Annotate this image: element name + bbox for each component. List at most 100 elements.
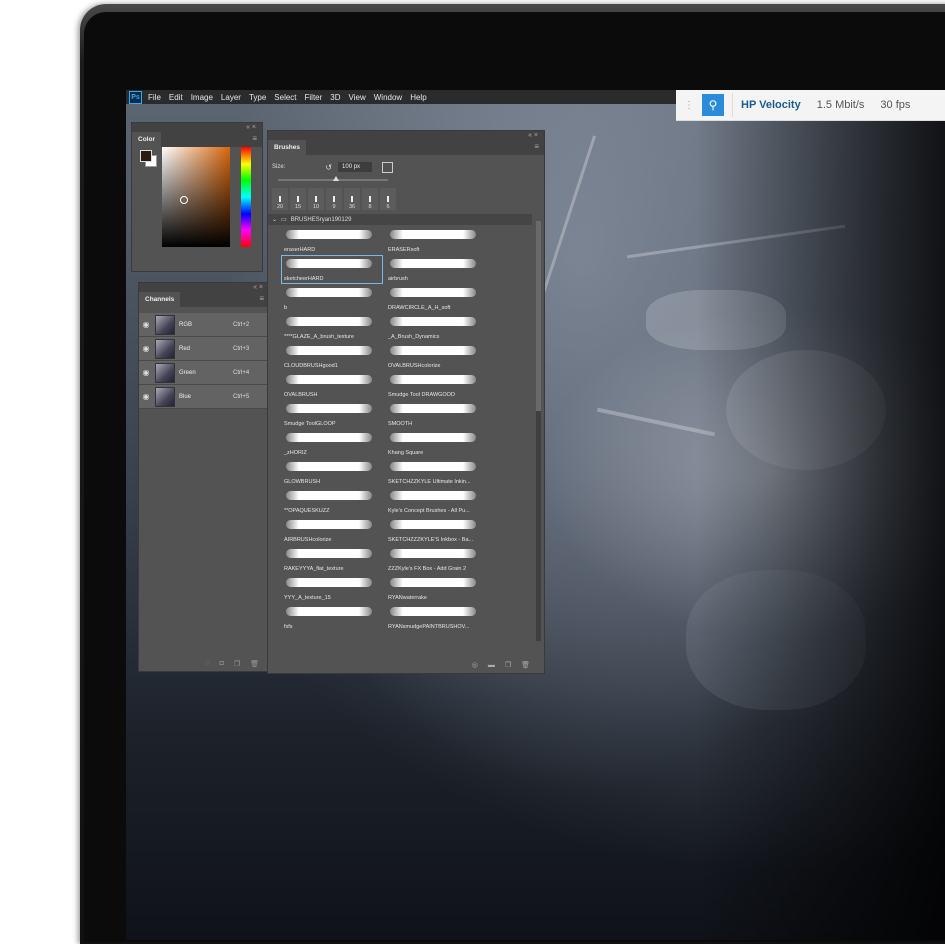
brush-item[interactable]: Smudge ToolGLOOP (282, 401, 382, 428)
brush-item[interactable]: Kyle's Concept Brushes - All Pu... (386, 488, 486, 515)
size-input[interactable]: 100 px (338, 162, 373, 172)
menu-3d[interactable]: 3D (330, 93, 340, 102)
brush-item[interactable]: b (282, 285, 382, 312)
size-label: Size: (272, 164, 286, 170)
brush-item[interactable]: SKETCHZZZKYLE'S Inkbox - Ba... (386, 517, 486, 544)
menu-type[interactable]: Type (249, 93, 266, 102)
menu-image[interactable]: Image (191, 93, 213, 102)
preset-brush[interactable]: 8 (362, 188, 378, 210)
brush-item[interactable]: RYANwaterrake (386, 575, 486, 602)
brush-item[interactable]: airbrush (386, 256, 486, 283)
preset-brush[interactable]: 20 (272, 188, 288, 210)
trash-icon[interactable]: 🗑 (521, 661, 530, 669)
foreground-color-swatch[interactable] (140, 150, 152, 162)
menu-filter[interactable]: Filter (305, 93, 323, 102)
preset-brush[interactable]: 36 (344, 188, 360, 210)
menu-view[interactable]: View (349, 93, 366, 102)
brush-stroke-preview (286, 607, 372, 616)
preset-brush[interactable]: 9 (326, 188, 342, 210)
hue-slider[interactable] (241, 147, 251, 247)
brush-settings-icon[interactable]: ◎ (472, 661, 478, 669)
tab-brushes[interactable]: Brushes (268, 140, 307, 155)
size-slider[interactable] (278, 176, 388, 181)
save-selection-icon[interactable]: ◘ (220, 660, 224, 668)
reset-icon[interactable]: ↺ (325, 163, 332, 172)
brush-item[interactable]: Smudge Tool DRAWGOOD (386, 372, 486, 399)
color-panel: « × Color ≡ (131, 122, 263, 272)
size-slider-knob[interactable] (333, 176, 339, 181)
brush-item[interactable]: ****GLAZE_A_brush_texture (282, 314, 382, 341)
brush-item[interactable]: CLOUDBRUSHgood1 (282, 343, 382, 370)
preset-brush[interactable]: 6 (380, 188, 396, 210)
collapse-icon[interactable]: « × (253, 284, 263, 291)
brush-item[interactable]: OVALBRUSHcolorize (386, 343, 486, 370)
brush-item[interactable]: _zHORIZ (282, 430, 382, 457)
tab-color[interactable]: Color (132, 132, 161, 147)
menu-layer[interactable]: Layer (221, 93, 241, 102)
new-group-icon[interactable]: ▬ (488, 662, 495, 669)
brush-name: sketcheerHARD (284, 276, 324, 282)
brush-stroke-preview (390, 549, 476, 558)
brush-item[interactable]: ERASERsoft (386, 227, 486, 254)
panel-menu-icon[interactable]: ≡ (259, 294, 264, 303)
channel-row-green[interactable]: ◉ Green Ctrl+4 (139, 361, 269, 385)
size-row: Size: ↺ 100 px (268, 155, 544, 179)
brush-toggle-icon[interactable] (382, 161, 394, 173)
eye-icon[interactable]: ◉ (139, 320, 153, 329)
drag-handle-icon[interactable]: ⋮ (684, 100, 694, 111)
menu-help[interactable]: Help (410, 93, 426, 102)
menu-edit[interactable]: Edit (169, 93, 183, 102)
brush-item[interactable]: RAKEYYYA_flat_texture (282, 546, 382, 573)
brush-item[interactable]: **OPAQUESKUZZ (282, 488, 382, 515)
color-field[interactable] (162, 147, 230, 247)
tab-channels[interactable]: Channels (139, 292, 181, 307)
brush-item[interactable]: Khang Square (386, 430, 486, 457)
eye-icon[interactable]: ◉ (139, 344, 153, 353)
eye-icon[interactable]: ◉ (139, 368, 153, 377)
brush-item[interactable]: YYY_A_texture_15 (282, 575, 382, 602)
preset-brush[interactable]: 15 (290, 188, 306, 210)
menu-window[interactable]: Window (374, 93, 402, 102)
panel-menu-icon[interactable]: ≡ (252, 134, 257, 143)
load-selection-icon[interactable]: ◌ (205, 660, 209, 668)
brush-item[interactable]: RYANsmudgePAINTBRUSHOV... (386, 604, 486, 631)
chevron-down-icon[interactable]: ⌄ (272, 216, 277, 223)
scrollbar-thumb[interactable] (536, 221, 541, 411)
brush-item[interactable]: sketcheerHARD (281, 255, 383, 284)
channel-thumbnail (155, 314, 175, 335)
color-picker-ring[interactable] (180, 196, 188, 204)
brush-item[interactable]: eraserHARD (282, 227, 382, 254)
brush-name: YYY_A_texture_15 (284, 595, 331, 601)
brush-item[interactable]: _A_Brush_Dynamics (386, 314, 486, 341)
brush-item[interactable]: GLOWBRUSH (282, 459, 382, 486)
channel-thumbnail (155, 338, 175, 359)
channel-row-blue[interactable]: ◉ Blue Ctrl+5 (139, 385, 269, 409)
menu-select[interactable]: Select (274, 93, 296, 102)
new-channel-icon[interactable]: ❐ (234, 660, 240, 668)
brush-folder[interactable]: ⌄ ▭ BRUSHESryan190129 (268, 214, 532, 225)
preset-brush[interactable]: 10 (308, 188, 324, 210)
brush-item[interactable]: SKETCHZZKYLE Ultimate Inkin... (386, 459, 486, 486)
pin-icon[interactable]: ⚲ (702, 94, 724, 116)
trash-icon[interactable]: 🗑 (250, 660, 259, 668)
brush-item[interactable]: AIRBRUSHcolorize (282, 517, 382, 544)
collapse-icon[interactable]: « × (246, 124, 256, 131)
brush-name: b (284, 305, 288, 311)
brush-item[interactable]: OVALBRUSH (282, 372, 382, 399)
menu-file[interactable]: File (148, 93, 161, 102)
collapse-icon[interactable]: « × (528, 132, 538, 139)
brush-item[interactable]: fsfs (282, 604, 382, 631)
channel-thumbnail (155, 362, 175, 383)
scrollbar[interactable] (536, 221, 541, 641)
brush-item[interactable]: DRAWCIRCLE_A_H_soft (386, 285, 486, 312)
eye-icon[interactable]: ◉ (139, 392, 153, 401)
brush-item[interactable]: SMOOTH (386, 401, 486, 428)
photoshop-logo: Ps (129, 90, 142, 104)
panel-menu-icon[interactable]: ≡ (534, 142, 539, 151)
new-brush-icon[interactable]: ❐ (505, 661, 511, 669)
channel-row-rgb[interactable]: ◉ RGB Ctrl+2 (139, 313, 269, 337)
brush-item[interactable]: ZZZKyle's FX Box - Add Grain 2 (386, 546, 486, 573)
preset-brush-tip (333, 196, 335, 202)
channel-row-red[interactable]: ◉ Red Ctrl+3 (139, 337, 269, 361)
brushes-footer: ◎ ▬ ❐ 🗑 (268, 657, 544, 673)
